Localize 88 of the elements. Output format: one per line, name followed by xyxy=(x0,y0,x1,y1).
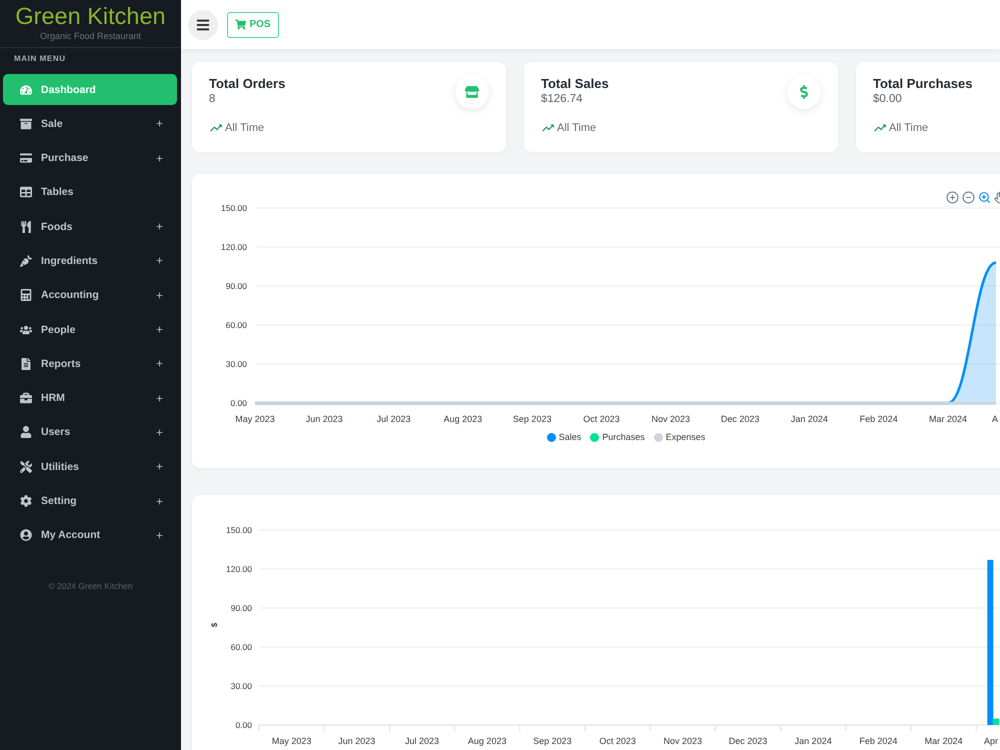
card-value: 8 xyxy=(209,93,216,106)
axis-label: Sep 2023 xyxy=(512,414,552,424)
axis-label: Sep 2023 xyxy=(533,736,572,746)
calculator-icon xyxy=(20,289,32,302)
axis-label: Jul 2023 xyxy=(404,736,440,746)
dollar-icon xyxy=(787,75,821,109)
axis-label: Jan 2024 xyxy=(794,736,832,746)
menu-icon xyxy=(196,18,210,32)
menu-item[interactable]: HRM xyxy=(3,382,177,414)
table-icon xyxy=(20,186,32,198)
axis-label: Jul 2023 xyxy=(376,414,411,424)
axis-label: Oct 2023 xyxy=(599,736,636,746)
axis-label: 30.00 xyxy=(230,681,252,691)
axis-label: Apr xyxy=(984,736,998,746)
period-label: All Time xyxy=(225,121,264,135)
axis-label: 60.00 xyxy=(226,320,247,330)
legend-label: Purchases xyxy=(602,432,645,442)
user-icon xyxy=(20,426,32,438)
menu-item[interactable]: People xyxy=(3,314,177,346)
axis-label: 150.00 xyxy=(226,525,252,535)
axis-label: Dec 2023 xyxy=(728,736,768,746)
magnifier-icon[interactable] xyxy=(978,191,991,204)
axis-label: 0.00 xyxy=(230,398,247,408)
menu-item[interactable]: Tables xyxy=(3,176,177,208)
menu-item[interactable]: My Account xyxy=(3,520,177,551)
cart-icon xyxy=(235,19,246,30)
card-value: $0.00 xyxy=(873,93,903,106)
axis-label: Nov 2023 xyxy=(652,414,690,424)
menu-item[interactable]: Sale xyxy=(3,108,177,140)
axis-label: Dec 2023 xyxy=(720,414,760,424)
axis-label: May 2023 xyxy=(235,414,275,424)
axis-label: Nov 2023 xyxy=(664,736,702,746)
axis-label: Mar 2024 xyxy=(924,736,963,746)
axis-label: May 2023 xyxy=(272,736,312,746)
section-label: MAIN MENU xyxy=(13,53,67,65)
axis-label: Jan 2024 xyxy=(790,414,828,424)
axis-label: 120.00 xyxy=(226,564,252,574)
legend-label: Sales xyxy=(558,432,582,442)
period-label: All Time xyxy=(889,121,928,135)
carrot-icon xyxy=(20,254,32,267)
axis-label: Oct 2023 xyxy=(583,414,620,424)
card-title: Total Purchases xyxy=(873,76,972,92)
logo-subtitle: Organic Food Restaurant xyxy=(40,30,142,42)
menu-item[interactable]: Reports xyxy=(3,348,177,380)
menu-button[interactable] xyxy=(188,10,218,40)
axis-label: 90.00 xyxy=(230,603,252,613)
menu-item[interactable]: Ingredients xyxy=(3,245,177,276)
axis-label: 30.00 xyxy=(226,359,247,369)
store-icon xyxy=(455,75,489,109)
tools-icon xyxy=(20,460,32,473)
axis-label: Aug 2023 xyxy=(444,414,482,424)
axis-title: $ xyxy=(210,622,219,628)
zoom-in-icon[interactable] xyxy=(946,191,959,204)
credit-card-icon xyxy=(20,152,32,164)
menu-item[interactable]: Utilities xyxy=(3,451,177,482)
axis-label: 60.00 xyxy=(230,642,252,652)
card-title: Total Sales xyxy=(541,76,609,92)
card-value: $126.74 xyxy=(541,93,584,106)
logo-title: Green Kitchen xyxy=(15,2,166,30)
document-icon xyxy=(20,358,32,370)
axis-label: A xyxy=(992,414,998,424)
menu-item[interactable]: Accounting xyxy=(3,280,177,311)
axis-label: 90.00 xyxy=(226,281,247,291)
briefcase-icon xyxy=(20,392,32,404)
hand-icon[interactable] xyxy=(994,191,1000,204)
axis-label: Jun 2023 xyxy=(306,414,343,424)
box-icon xyxy=(20,118,32,130)
settings-icon xyxy=(20,495,32,508)
axis-label: 120.00 xyxy=(221,242,247,252)
axis-label: 150.00 xyxy=(221,203,247,213)
axis-label: 0.00 xyxy=(235,720,252,730)
gauge-icon xyxy=(20,84,32,96)
axis-label: Feb 2024 xyxy=(860,414,898,424)
utensils-icon xyxy=(20,220,32,233)
axis-label: Aug 2023 xyxy=(468,736,506,746)
legend-label: Expenses xyxy=(666,432,706,442)
zoom-out-icon[interactable] xyxy=(962,191,975,204)
menu-item[interactable]: Setting xyxy=(3,486,177,517)
axis-label: Jun 2023 xyxy=(338,736,376,746)
users-icon xyxy=(20,324,32,336)
menu-item[interactable]: Users xyxy=(3,416,177,448)
copyright-text: © 2024 Green Kitchen xyxy=(47,580,134,591)
card-title: Total Orders xyxy=(209,76,286,92)
axis-label: Feb 2024 xyxy=(859,736,898,746)
axis-label: Mar 2024 xyxy=(928,414,968,424)
menu-item[interactable]: Foods xyxy=(3,211,177,242)
menu-item[interactable]: Purchase xyxy=(3,142,177,174)
period-label: All Time xyxy=(557,121,596,135)
